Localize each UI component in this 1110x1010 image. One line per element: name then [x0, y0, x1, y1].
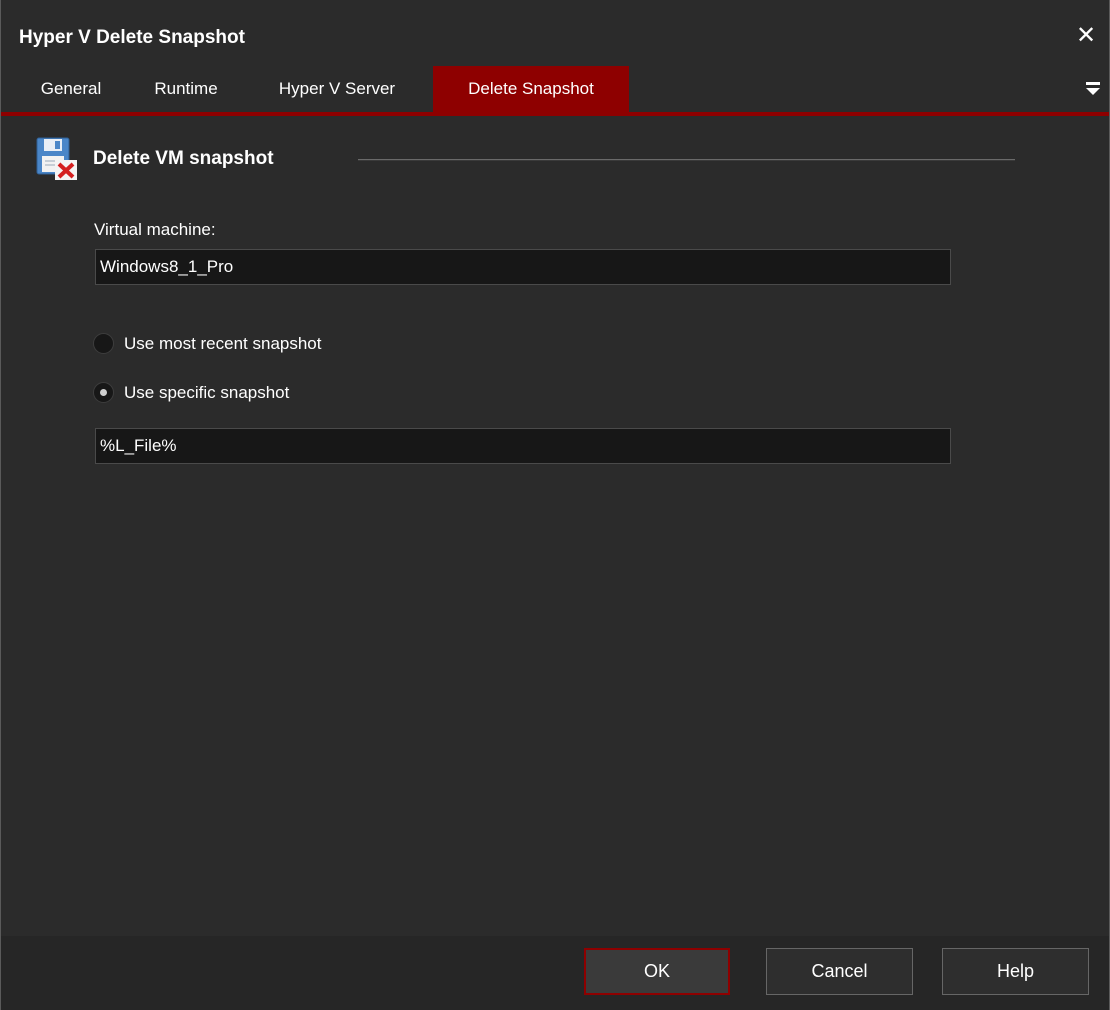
radio-specific-snapshot[interactable]: Use specific snapshot — [93, 380, 353, 406]
radio-most-recent-label: Use most recent snapshot — [124, 334, 322, 353]
tab-general[interactable]: General — [22, 66, 120, 112]
tab-overflow-menu-icon[interactable] — [1083, 76, 1103, 100]
close-button[interactable]: ✕ — [1063, 16, 1109, 56]
content-panel: Delete VM snapshot Virtual machine: Use … — [1, 116, 1109, 936]
tab-runtime[interactable]: Runtime — [133, 66, 239, 112]
section-divider — [358, 159, 1015, 161]
tab-bar: General Runtime Hyper V Server Delete Sn… — [1, 66, 1109, 116]
radio-specific-circle[interactable] — [93, 382, 114, 403]
virtual-machine-input[interactable] — [95, 249, 951, 285]
section-title: Delete VM snapshot — [93, 148, 274, 169]
close-icon: ✕ — [1075, 22, 1097, 49]
window-title: Hyper V Delete Snapshot — [19, 27, 245, 48]
radio-selected-dot — [100, 389, 107, 396]
cancel-button[interactable]: Cancel — [766, 948, 913, 995]
virtual-machine-label: Virtual machine: — [94, 220, 216, 239]
help-button[interactable]: Help — [942, 948, 1089, 995]
button-bar: OK Cancel Help — [1, 936, 1109, 1010]
radio-specific-label: Use specific snapshot — [124, 383, 290, 402]
ok-button[interactable]: OK — [584, 948, 730, 995]
radio-most-recent-snapshot[interactable]: Use most recent snapshot — [93, 331, 393, 357]
tab-hyper-v-server[interactable]: Hyper V Server — [252, 66, 422, 112]
floppy-delete-icon — [35, 136, 79, 182]
snapshot-name-input[interactable] — [95, 428, 951, 464]
radio-most-recent-circle[interactable] — [93, 333, 114, 354]
title-bar: Hyper V Delete Snapshot ✕ — [1, 0, 1109, 66]
tab-delete-snapshot[interactable]: Delete Snapshot — [433, 66, 629, 112]
dialog-window: Hyper V Delete Snapshot ✕ General Runtim… — [0, 0, 1110, 1010]
